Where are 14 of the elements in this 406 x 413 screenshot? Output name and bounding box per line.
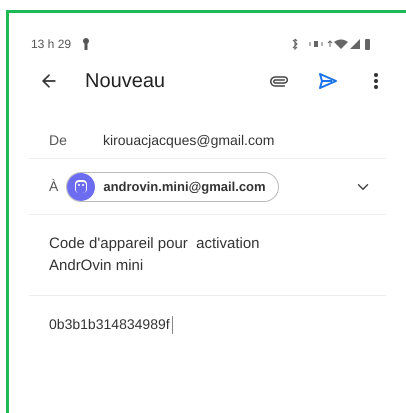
status-time: 13 h 29 — [31, 36, 72, 53]
send-icon — [318, 72, 338, 90]
from-label: De — [48, 131, 68, 150]
more-options-button[interactable] — [374, 73, 378, 89]
subject-field[interactable]: Code d'appareil pour activation AndrOvin mini — [49, 233, 299, 277]
send-button[interactable] — [318, 72, 338, 90]
recipient-chip[interactable]: androvin.mini@gmail.com — [66, 172, 279, 202]
keyhole-icon — [83, 38, 90, 50]
to-label: À — [48, 177, 58, 196]
body-field[interactable]: 0b3b1b314834989f — [49, 314, 170, 335]
from-address: kirouacjacques@gmail.com — [103, 131, 274, 150]
robot-avatar-icon — [67, 172, 96, 200]
more-options-icon — [374, 73, 378, 89]
screen-title: Nouveau — [85, 69, 166, 94]
